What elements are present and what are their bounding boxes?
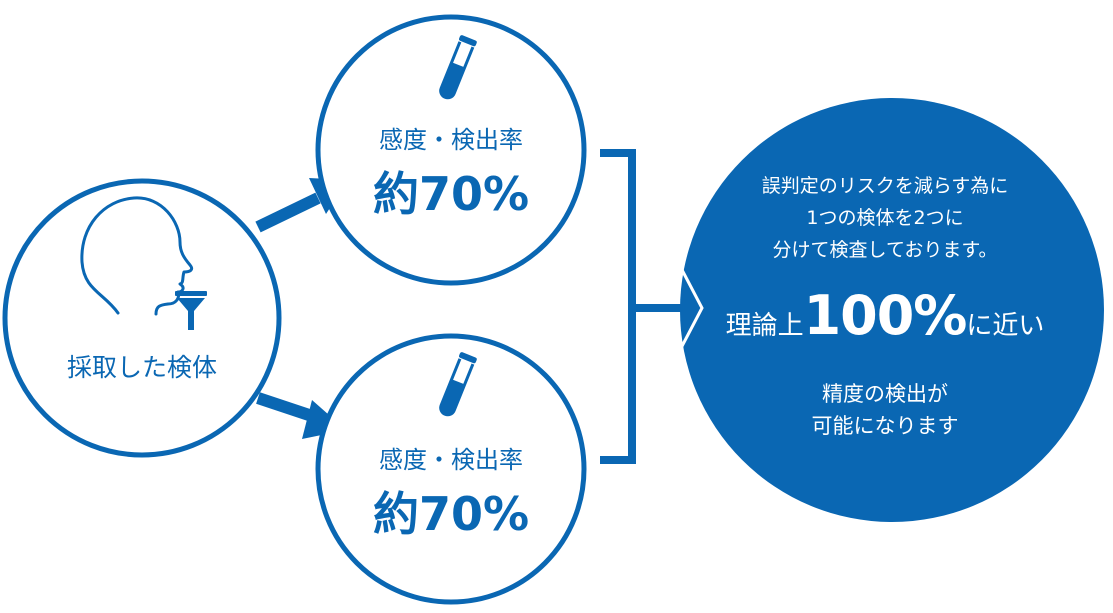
branch-top-label: 感度・検出率 [379,126,523,154]
result-line: 誤判定のリスクを減らす為に [761,175,1009,197]
source-circle [2,178,282,458]
merge-connector [600,149,688,464]
headline-prefix: 理論上 [725,311,804,341]
branch-bottom-value: 約70% [372,487,530,541]
result-description: 誤判定のリスクを減らす為に 1つの検体を2つに 分けて検査しております。 [710,170,1060,266]
source-label: 採取した検体 [66,353,217,382]
result-conclusion: 精度の検出が 可能になります [720,378,1050,442]
result-line: 1つの検体を2つに [806,207,964,229]
headline-number: 100% [803,284,968,347]
branch-top-value: 約70% [372,167,530,221]
conclusion-line: 可能になります [811,414,959,438]
detection-diagram: 採取した検体 感度・検出率 約70% 感度・検出率 約70% 誤判定のリスクを減… [0,0,1113,609]
branch-bottom-label: 感度・検出率 [379,446,523,474]
conclusion-line: 精度の検出が [822,382,948,406]
result-line: 分けて検査しております。 [772,239,998,261]
result-headline: 理論上100%に近い [700,284,1070,347]
headline-suffix: に近い [966,311,1045,341]
